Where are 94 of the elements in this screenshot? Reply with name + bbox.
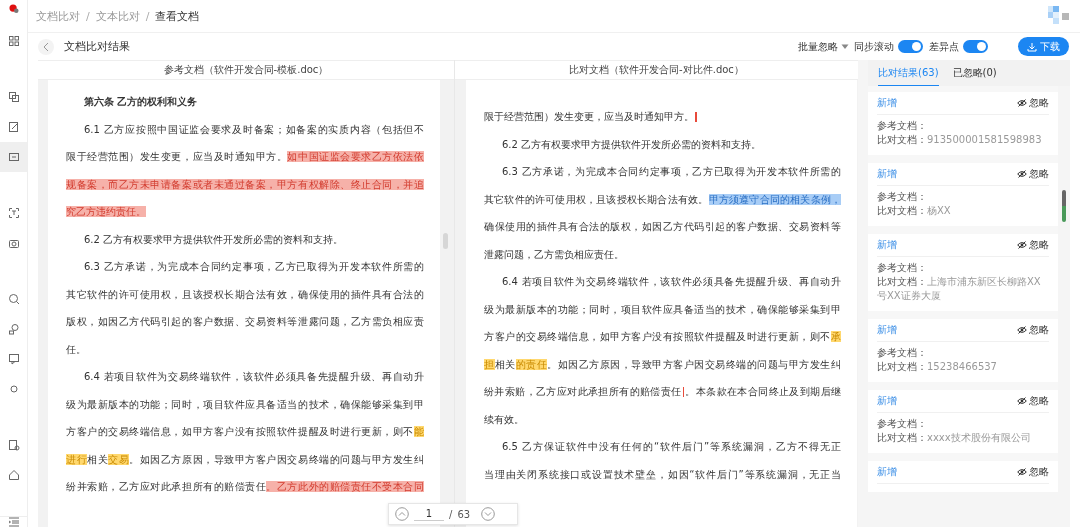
document-header: 比对文档（软件开发合同-对比件.doc） [455, 60, 858, 80]
field-label: 参考文档： [877, 261, 928, 275]
edit-icon [7, 121, 20, 133]
document-line: 任。 [66, 342, 87, 357]
breadcrumb-separator: / [86, 9, 90, 23]
tab[interactable]: 已忽略(0) [952, 66, 997, 86]
toggle-switch[interactable] [963, 40, 988, 53]
change-type-label: 新增 [877, 323, 897, 337]
document-line: 6.4 若项目软件为交易终端软件，该软件必须具备先提醒升级、再自动升 [83, 370, 424, 384]
back-button[interactable] [38, 38, 54, 55]
document-line: 泄露问题，乙方需负相应责任。 [484, 247, 625, 262]
document-line: 级为最新版本的功能；同时，项目软件应具备适当的技术，确保能够采集到甲 [66, 397, 424, 412]
document-line: 6.3 乙方承诺，为完成本合同约定事项，乙方已取得为开发本软件所需的 [83, 260, 424, 274]
eye-slash-icon [1017, 170, 1027, 178]
document-line: 当理由关闭系统接口或设置技术壁垒，如因“软件后门”等系统漏洞，无正当 [484, 467, 841, 482]
field-row-text: 比对文档：上海市浦东新区长柳路XX号XX证券大厦 [877, 275, 1042, 303]
scan-icon [7, 207, 20, 219]
document-icon [7, 439, 20, 451]
home-icon [7, 469, 20, 481]
camera-icon [7, 237, 20, 249]
document-line: 纷并索赔，乙方应对此承担所有的赔偿责任。乙方此外的赔偿责任不受本合同 [66, 480, 424, 494]
caret-icon [841, 43, 849, 50]
page-total: 63 [457, 508, 471, 520]
document-line: 其它软件的许可使用权，且该授权长期合法有效。甲方须遵守合同的相关条例， [484, 192, 841, 207]
field-label: 参考文档： [877, 119, 928, 133]
change-type-label: 新增 [877, 465, 897, 479]
download-icon [1027, 41, 1037, 52]
document-line: 方客户的交易终端信息，如甲方客户没有按照软件提醒及时进行更新，则不能 [66, 425, 424, 439]
frame-icon [7, 151, 20, 163]
scrollbar-thumb[interactable] [1062, 190, 1066, 222]
field-label: 参考文档： [877, 346, 928, 360]
toggle-label: 同步滚动 [854, 39, 894, 54]
menu-button[interactable] [0, 516, 27, 527]
document-line: 6.3 乙方承诺，为完成本合同约定事项，乙方已取得为开发本软件所需的 [501, 165, 841, 179]
ignore-button[interactable]: 忽略 [1017, 465, 1049, 479]
chevron-up-icon [395, 507, 409, 521]
eye-slash-icon [1017, 241, 1027, 249]
scrollbar-thumb[interactable] [443, 233, 448, 249]
document-line: 级为最新版本的功能；同时，项目软件应具备适当的技术，确保能够采集到甲 [484, 302, 841, 317]
document-header: 参考文档（软件开发合同-模板.doc） [38, 60, 454, 80]
circle-icon [7, 383, 20, 395]
document-line: 6.1 乙方应按照中国证监会要求及时备案；如备案的实质内容（包括但不 [83, 122, 424, 137]
change-type-label: 新增 [877, 96, 897, 110]
eye-slash-icon [1017, 468, 1027, 476]
batch-ignore-dropdown[interactable]: 批量忽略 [798, 39, 849, 54]
document-line: 确保使用的插件具有合法的版权，如因乙方代码引起的客户数据、交易资料等 [484, 220, 841, 234]
document-line: 限于经营范围）发生变更，应当及时通知甲方。 [484, 103, 841, 131]
document-line: 6.4 若项目软件为交易终端软件，该软件必须具备先提醒升级、再自动升 [501, 275, 841, 289]
next-page-button[interactable] [481, 507, 496, 521]
toggle-label: 差异点 [929, 39, 959, 54]
ignore-button[interactable]: 忽略 [1017, 96, 1049, 110]
copy-icon [7, 91, 20, 103]
page-input[interactable]: 1 [414, 507, 444, 521]
chevron-down-icon [481, 507, 496, 521]
breadcrumb-separator: / [145, 9, 150, 23]
page-separator: / [449, 508, 453, 520]
field-label: 参考文档： [877, 417, 928, 431]
field-row-text: 比对文档：杨XX [877, 204, 952, 218]
change-type-label: 新增 [877, 394, 897, 408]
section-heading: 第六条 乙方的权利和义务 [83, 95, 199, 109]
document-line: 版权，如因乙方代码引起的客户数据、交易资料等泄露问题，乙方需负相应责 [66, 315, 424, 329]
previous-page-button[interactable] [395, 507, 409, 521]
document-line: 担相关的责任。如因乙方原因，导致甲方客户因交易终端的问题与甲方发生纠 [484, 357, 841, 372]
toggle-switch[interactable] [898, 40, 923, 53]
document-line: 6.5 乙方保证软件中没有任何的“软件后门”等系统漏洞，乙方不得无正 [501, 440, 841, 454]
sidebar-item[interactable] [0, 142, 27, 172]
change-type-label: 新增 [877, 167, 897, 181]
document-line: 6.2 乙方有权要求甲方提供软件开发所必需的资料和支持。 [83, 232, 345, 247]
search-icon [7, 293, 20, 305]
document-line: 限于经营范围）发生变更，应当及时通知甲方。如中国证监会要求乙方依法依 [66, 150, 424, 164]
eye-slash-icon [1017, 99, 1027, 107]
breadcrumb-current: 查看文档 [155, 8, 200, 24]
eye-slash-icon [1017, 326, 1027, 334]
document-line: 其它软件的许可使用权，且该授权长期合法有效，确保使用的插件具有合法的 [66, 287, 424, 302]
ignore-button[interactable]: 忽略 [1017, 394, 1049, 408]
field-label: 参考文档： [877, 190, 928, 204]
page-title: 文档比对结果 [64, 39, 130, 54]
grid-icon [7, 35, 20, 47]
document-line: 纷并索赔，乙方应对此承担所有的赔偿责任 。本条款在本合同终止及到期后继 [484, 385, 841, 399]
ignore-button[interactable]: 忽略 [1017, 167, 1049, 181]
document-line: 续有效。 [484, 412, 525, 427]
menu-icon [7, 517, 20, 527]
change-type-label: 新增 [877, 238, 897, 252]
ignore-button[interactable]: 忽略 [1017, 238, 1049, 252]
document-line: 方客户的交易终端信息，如甲方客户没有按照软件提醒及时进行更新，则不承 [484, 330, 841, 344]
field-row-text: 比对文档：xxxx技术股份有限公司 [877, 431, 1032, 445]
ignore-button[interactable]: 忽略 [1017, 323, 1049, 337]
back-icon [42, 41, 50, 52]
field-row-text: 比对文档：15238466537 [877, 360, 998, 374]
field-row-text: 比对文档：913500001581598983 [877, 133, 1043, 147]
document-line: 6.2 乙方有权要求甲方提供软件开发所必需的资料和支持。 [501, 137, 763, 152]
download-button[interactable]: 下载 [1018, 37, 1069, 56]
chat-icon [7, 353, 20, 365]
eye-slash-icon [1017, 397, 1027, 405]
